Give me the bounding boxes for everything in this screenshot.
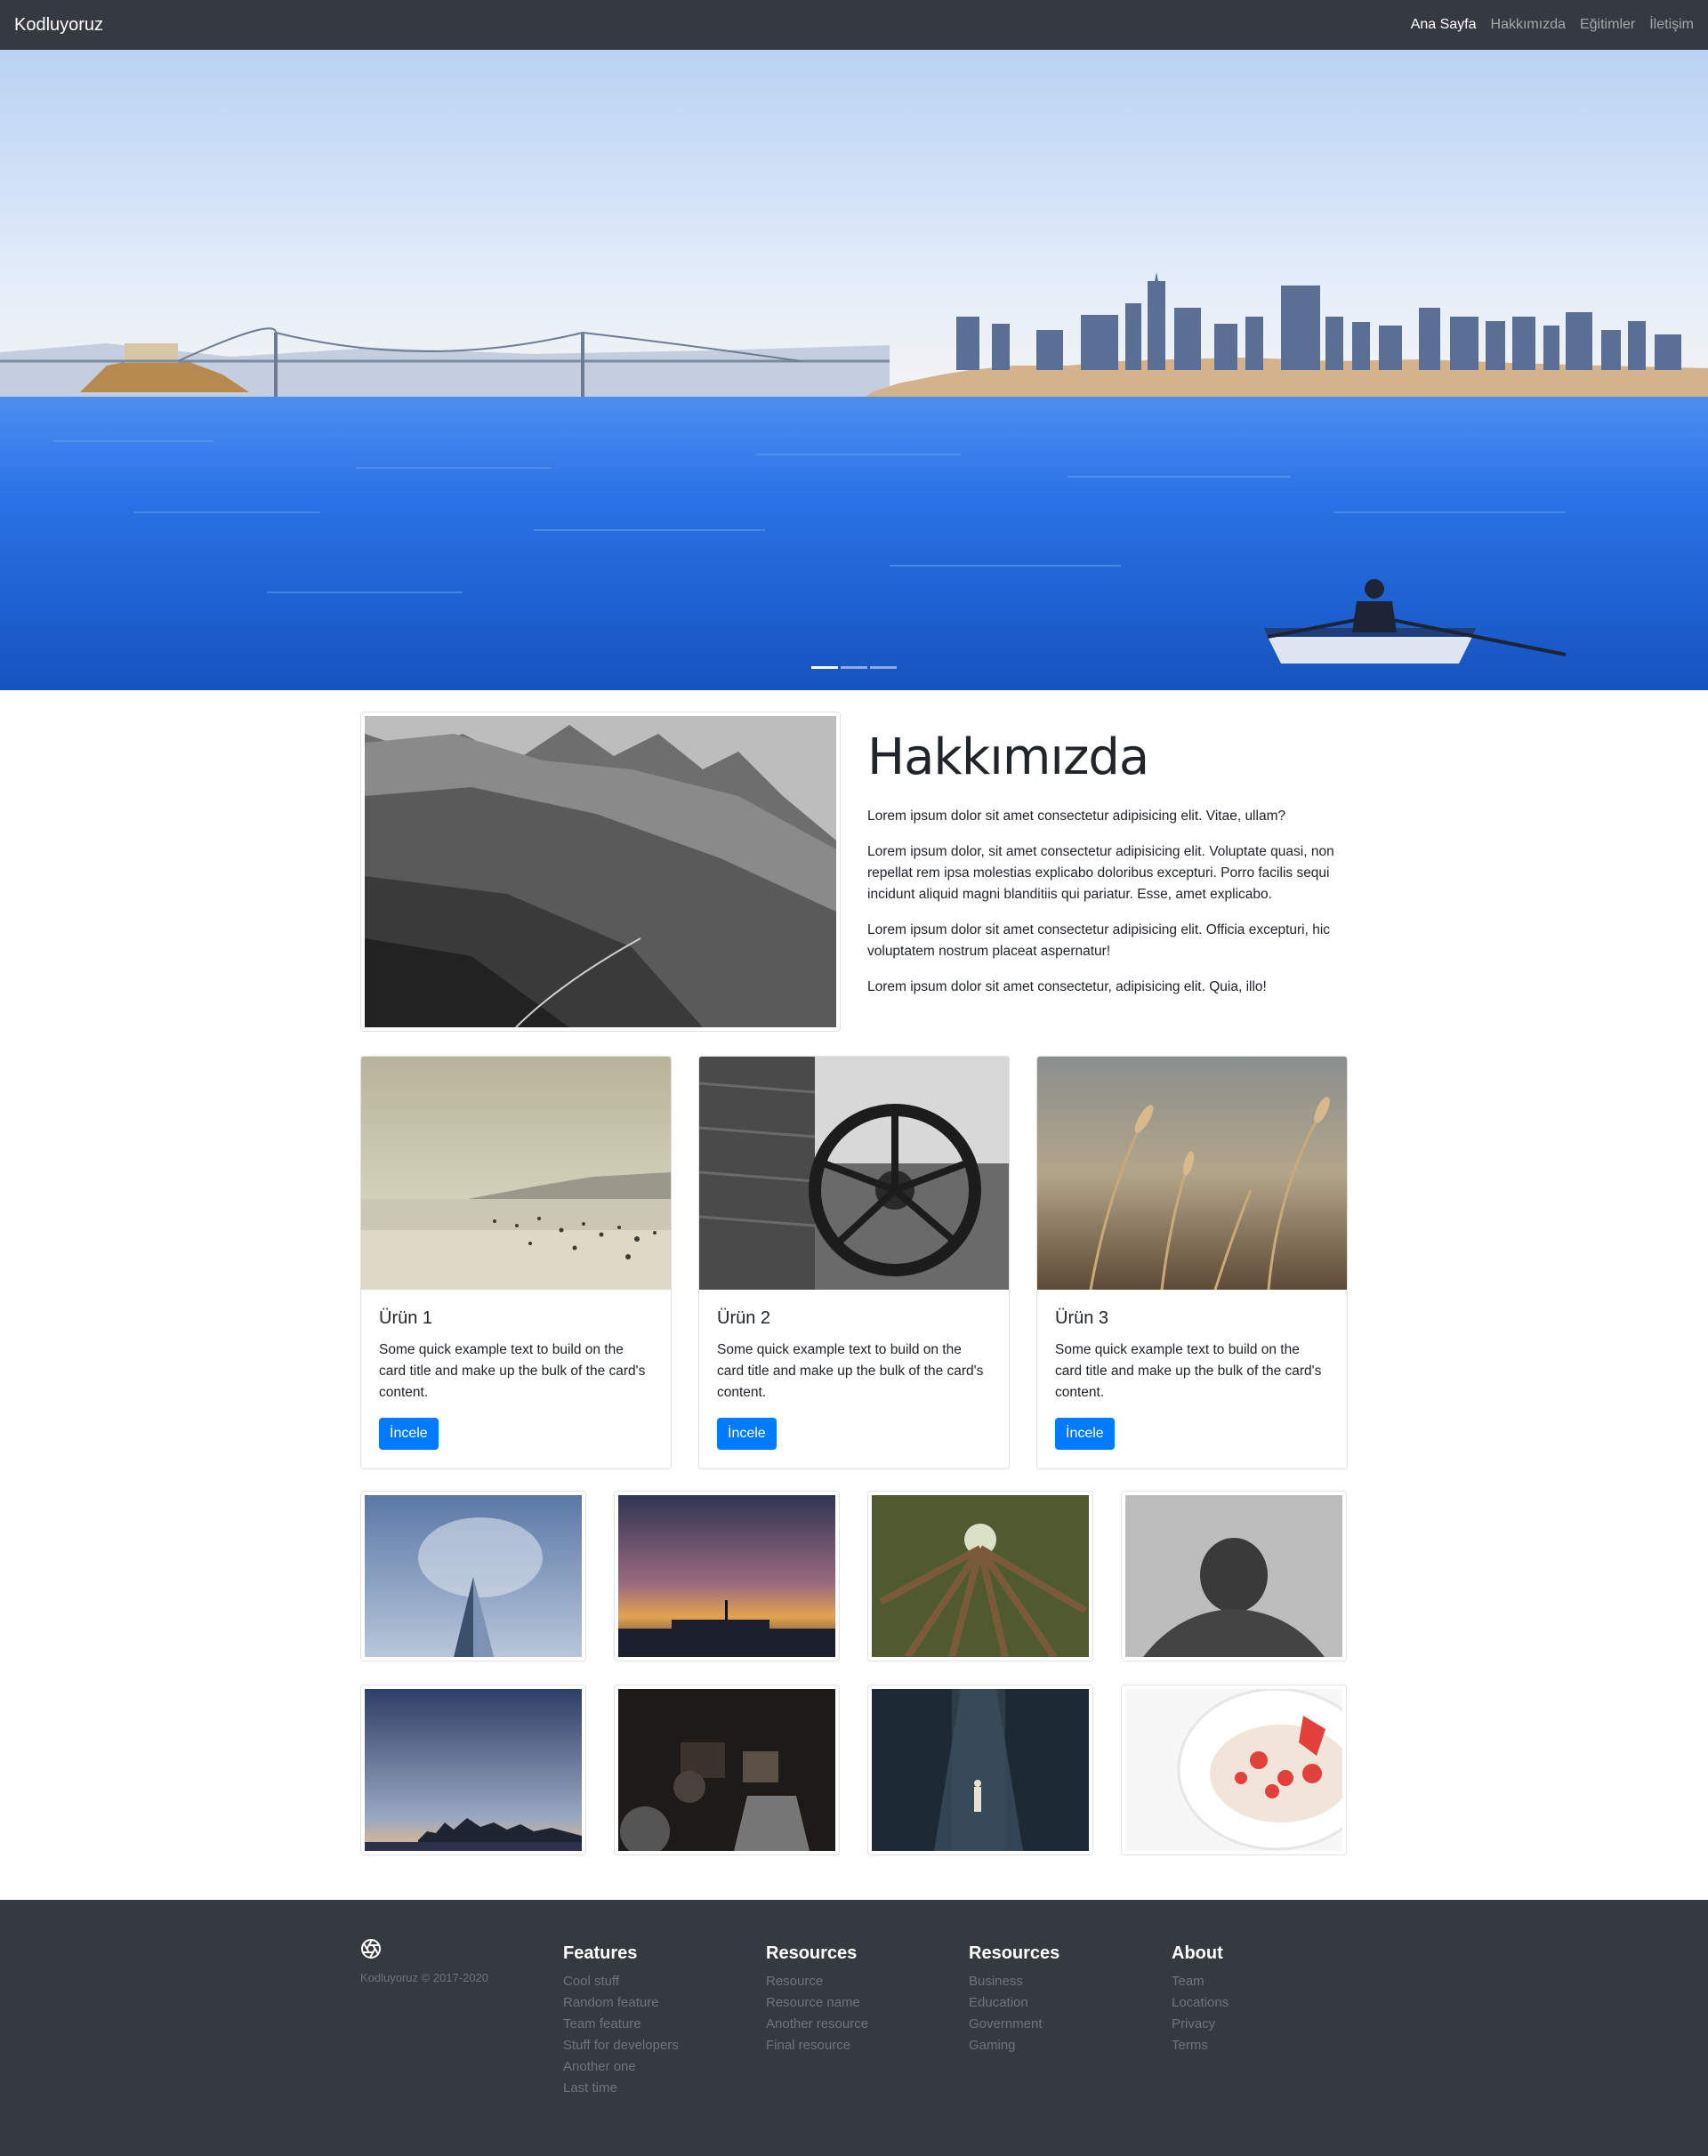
footer-link[interactable]: Last time — [563, 2078, 679, 2099]
card-title: Ürün 3 — [1055, 1308, 1109, 1328]
footer-link[interactable]: Locations — [1172, 1992, 1229, 2014]
footer-link[interactable]: Team feature — [563, 2014, 679, 2035]
nav-link-courses[interactable]: Eğitimler — [1580, 16, 1635, 34]
inspect-button[interactable]: İncele — [1055, 1418, 1115, 1450]
aperture-icon — [361, 1939, 381, 1959]
about-paragraph: Lorem ipsum dolor sit amet consectetur a… — [867, 808, 1286, 824]
nav-links: Ana Sayfa Hakkımızda Eğitimler İletişim — [1411, 16, 1694, 34]
footer-link[interactable]: Privacy — [1172, 2014, 1229, 2035]
gallery-thumbnail[interactable] — [360, 1491, 586, 1661]
nav-link-about[interactable]: Hakkımızda — [1491, 16, 1566, 34]
card-title: Ürün 1 — [379, 1308, 433, 1328]
footer-heading: Resources — [969, 1943, 1060, 1963]
footer-link[interactable]: Stuff for developers — [563, 2035, 679, 2056]
about-image — [360, 712, 841, 1032]
card-text: Some quick example text to build on the … — [1055, 1342, 1322, 1400]
card-text: Some quick example text to build on the … — [379, 1342, 646, 1400]
card-title: Ürün 2 — [717, 1308, 771, 1328]
footer-link[interactable]: Cool stuff — [563, 1971, 679, 1992]
footer: Kodluyoruz © 2017-2020 Features Cool stu… — [0, 1900, 1708, 2156]
about-section: Hakkımızda Lorem ipsum dolor sit amet co… — [867, 729, 1348, 1012]
footer-column-about: About Team Locations Privacy Terms — [1172, 1943, 1229, 2056]
footer-link[interactable]: Random feature — [563, 1992, 679, 2014]
product-card: Ürün 3 Some quick example text to build … — [1036, 1056, 1348, 1469]
footer-column-features: Features Cool stuff Random feature Team … — [563, 1943, 679, 2099]
footer-link[interactable]: Final resource — [766, 2035, 868, 2056]
brand-logo[interactable]: Kodluyoruz — [14, 12, 103, 37]
carousel-indicators — [811, 666, 897, 669]
footer-link[interactable]: Terms — [1172, 2035, 1229, 2056]
gallery-thumbnail[interactable] — [614, 1685, 840, 1855]
card-text: Some quick example text to build on the … — [717, 1342, 984, 1400]
footer-link[interactable]: Another one — [563, 2056, 679, 2078]
footer-column-resources-2: Resources Business Education Government … — [969, 1943, 1059, 2056]
card-image — [699, 1057, 1009, 1290]
card-image — [1037, 1057, 1347, 1290]
navbar: Kodluyoruz Ana Sayfa Hakkımızda Eğitimle… — [0, 0, 1708, 50]
footer-link[interactable]: Team — [1172, 1971, 1229, 1992]
inspect-button[interactable]: İncele — [717, 1418, 777, 1450]
about-paragraph: Lorem ipsum dolor sit amet consectetur, … — [867, 979, 1267, 994]
footer-link[interactable]: Resource name — [766, 1992, 868, 2014]
footer-link[interactable]: Education — [969, 1992, 1059, 2014]
carousel-indicator-2[interactable] — [841, 666, 867, 669]
footer-link[interactable]: Resource — [766, 1971, 868, 1992]
gallery-thumbnail[interactable] — [867, 1685, 1093, 1855]
footer-column-resources: Resources Resource Resource name Another… — [766, 1943, 868, 2056]
gallery-thumbnail[interactable] — [1121, 1685, 1347, 1855]
gallery-thumbnail[interactable] — [360, 1685, 586, 1855]
hero-image — [0, 50, 1708, 690]
footer-link[interactable]: Government — [969, 2014, 1059, 2035]
carousel-indicator-3[interactable] — [870, 666, 897, 669]
footer-link[interactable]: Gaming — [969, 2035, 1059, 2056]
carousel-indicator-1[interactable] — [811, 666, 838, 669]
product-card: Ürün 1 Some quick example text to build … — [360, 1056, 672, 1469]
nav-link-home[interactable]: Ana Sayfa — [1411, 16, 1477, 34]
card-image — [361, 1057, 671, 1290]
gallery-thumbnail[interactable] — [614, 1491, 840, 1661]
footer-link[interactable]: Business — [969, 1971, 1059, 1992]
footer-heading: Features — [563, 1943, 638, 1963]
gallery-thumbnail[interactable] — [1121, 1491, 1347, 1661]
about-title: Hakkımızda — [867, 728, 1149, 786]
footer-heading: Resources — [766, 1943, 858, 1963]
hero-carousel — [0, 50, 1708, 690]
about-paragraph: Lorem ipsum dolor, sit amet consectetur … — [867, 844, 1334, 902]
product-card: Ürün 2 Some quick example text to build … — [698, 1056, 1010, 1469]
footer-heading: About — [1172, 1943, 1223, 1963]
inspect-button[interactable]: İncele — [379, 1418, 439, 1450]
footer-copyright: Kodluyoruz © 2017-2020 — [360, 1971, 489, 1984]
nav-link-contact[interactable]: İletişim — [1649, 16, 1694, 34]
gallery-thumbnail[interactable] — [867, 1491, 1093, 1661]
footer-link[interactable]: Another resource — [766, 2014, 868, 2035]
about-paragraph: Lorem ipsum dolor sit amet consectetur a… — [867, 922, 1331, 959]
